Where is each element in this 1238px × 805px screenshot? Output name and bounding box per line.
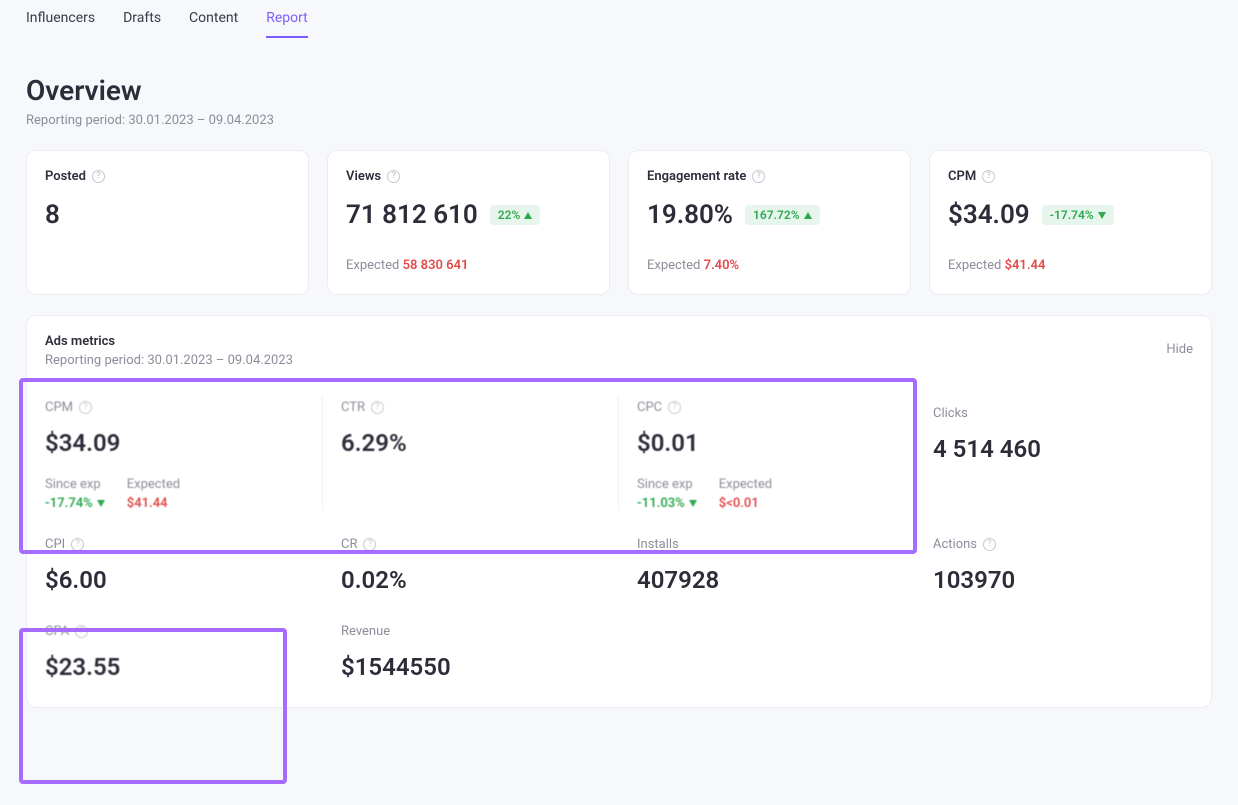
metric-cr-label: CR — [341, 537, 357, 552]
nav-tabs: Influencers Drafts Content Report — [0, 0, 1238, 38]
card-engagement-value: 19.80% — [647, 200, 733, 230]
metric-cpc-expected: $<0.01 — [719, 496, 772, 511]
metric-cpm: CPM ? $34.09 Since exp -17.74% Expected … — [27, 378, 323, 529]
metric-clicks: Clicks 4 514 460 — [915, 378, 1211, 529]
metric-cpm-expected-label: Expected — [127, 477, 180, 492]
ads-metrics-period: Reporting period: 30.01.2023 – 09.04.202… — [45, 353, 293, 368]
metric-revenue-label: Revenue — [341, 624, 390, 639]
metric-cr: CR ? 0.02% — [323, 529, 619, 602]
summary-row: Posted ? 8 Views ? 71 812 610 22% Expect… — [0, 150, 1238, 295]
metric-cpi-label: CPI — [45, 537, 65, 552]
card-engagement-expected: 7.40% — [704, 258, 740, 273]
help-icon[interactable]: ? — [983, 538, 996, 551]
metric-cpm-expected: $41.44 — [127, 496, 180, 511]
metric-revenue: Revenue $1544550 — [323, 602, 619, 699]
triangle-up-icon — [524, 212, 532, 219]
card-engagement-delta: 167.72% — [745, 205, 820, 225]
help-icon[interactable]: ? — [363, 538, 376, 551]
metric-cpc-since: -11.03% — [637, 496, 697, 511]
help-icon[interactable]: ? — [79, 401, 92, 414]
metric-cpm-label: CPM — [45, 400, 73, 415]
metric-cpm-since-label: Since exp — [45, 477, 105, 492]
triangle-down-icon — [1098, 212, 1106, 219]
tab-report[interactable]: Report — [266, 10, 308, 38]
metric-cpi-value: $6.00 — [45, 566, 305, 594]
card-views-delta: 22% — [490, 205, 541, 225]
metric-ctr-label: CTR — [341, 400, 365, 415]
card-cpm-value: $34.09 — [948, 200, 1030, 230]
reporting-period: Reporting period: 30.01.2023 – 09.04.202… — [0, 113, 1238, 150]
help-icon[interactable]: ? — [668, 401, 681, 414]
card-engagement-expected-label: Expected — [647, 258, 700, 273]
metric-installs-label: Installs — [637, 537, 679, 552]
metric-installs: Installs 407928 — [619, 529, 915, 602]
card-views-label: Views — [346, 169, 381, 184]
card-cpm: CPM ? $34.09 -17.74% Expected $41.44 — [929, 150, 1212, 295]
help-icon[interactable]: ? — [752, 170, 765, 183]
metric-cpm-value: $34.09 — [45, 429, 305, 457]
metric-actions: Actions ? 103970 — [915, 529, 1211, 602]
metric-actions-label: Actions — [933, 537, 977, 552]
card-posted: Posted ? 8 — [26, 150, 309, 295]
metric-cpc-since-label: Since exp — [637, 477, 697, 492]
card-posted-value: 8 — [45, 200, 290, 230]
ads-metrics-title: Ads metrics — [45, 334, 293, 349]
page-title: Overview — [0, 38, 1238, 113]
help-icon[interactable]: ? — [982, 170, 995, 183]
metric-cpm-since: -17.74% — [45, 496, 105, 511]
hide-link[interactable]: Hide — [1166, 342, 1193, 357]
metric-actions-value: 103970 — [933, 566, 1193, 594]
metric-clicks-value: 4 514 460 — [933, 435, 1193, 463]
tab-influencers[interactable]: Influencers — [26, 10, 95, 38]
help-icon[interactable]: ? — [387, 170, 400, 183]
metric-ctr: CTR ? 6.29% — [323, 378, 619, 529]
card-cpm-expected-label: Expected — [948, 258, 1001, 273]
card-views-expected: 58 830 641 — [403, 258, 469, 273]
card-cpm-expected: $41.44 — [1005, 258, 1046, 273]
card-posted-label: Posted — [45, 169, 86, 184]
card-views: Views ? 71 812 610 22% Expected 58 830 6… — [327, 150, 610, 295]
card-views-value: 71 812 610 — [346, 200, 478, 230]
metric-clicks-label: Clicks — [933, 406, 968, 421]
metric-cpc-label: CPC — [637, 400, 662, 415]
metric-cpa: CPA ? $23.55 — [27, 602, 323, 699]
triangle-up-icon — [804, 212, 812, 219]
tab-drafts[interactable]: Drafts — [123, 10, 161, 38]
card-cpm-label: CPM — [948, 169, 976, 184]
card-cpm-delta: -17.74% — [1042, 205, 1114, 225]
metric-cpa-label: CPA — [45, 624, 69, 639]
metric-cr-value: 0.02% — [341, 566, 601, 594]
metric-revenue-value: $1544550 — [341, 653, 601, 681]
metric-cpi: CPI ? $6.00 — [27, 529, 323, 602]
card-views-expected-label: Expected — [346, 258, 399, 273]
help-icon[interactable]: ? — [371, 401, 384, 414]
metric-cpc: CPC ? $0.01 Since exp -11.03% Expected $… — [619, 378, 915, 529]
metric-cpa-value: $23.55 — [45, 653, 305, 681]
triangle-down-icon — [97, 500, 105, 507]
ads-metrics-panel: Ads metrics Reporting period: 30.01.2023… — [26, 315, 1212, 708]
metric-cpc-expected-label: Expected — [719, 477, 772, 492]
metric-installs-value: 407928 — [637, 566, 897, 594]
tab-content[interactable]: Content — [189, 10, 238, 38]
metric-cpc-value: $0.01 — [637, 429, 897, 457]
card-engagement-label: Engagement rate — [647, 169, 746, 184]
help-icon[interactable]: ? — [75, 625, 88, 638]
help-icon[interactable]: ? — [71, 538, 84, 551]
help-icon[interactable]: ? — [92, 170, 105, 183]
metric-ctr-value: 6.29% — [341, 429, 601, 457]
triangle-down-icon — [689, 500, 697, 507]
card-engagement: Engagement rate ? 19.80% 167.72% Expecte… — [628, 150, 911, 295]
